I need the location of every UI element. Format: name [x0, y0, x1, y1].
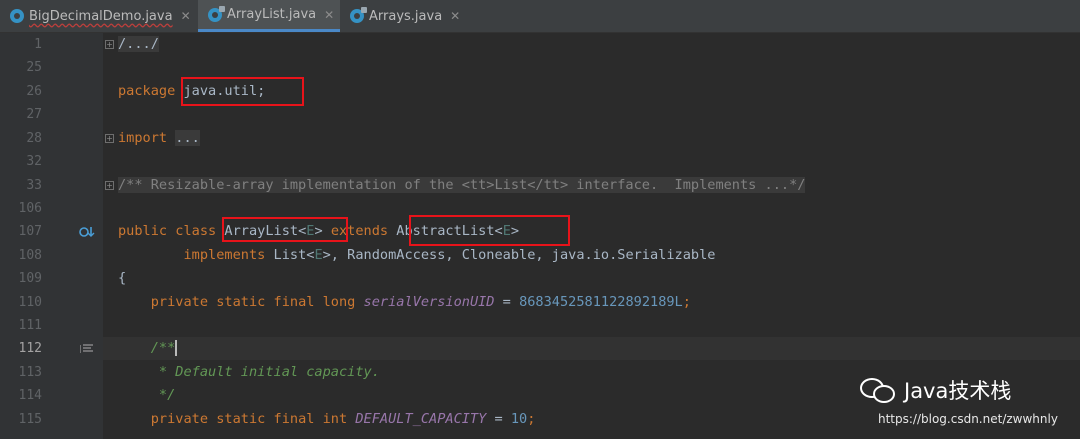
watermark-title: Java技术栈 [904, 379, 1012, 403]
tab-arraylist[interactable]: ArrayList.java ✕ [198, 0, 340, 32]
interface-name: List< [273, 247, 315, 263]
tab-label: Arrays.java [369, 8, 443, 24]
code-line-113: * Default initial capacity. [118, 361, 380, 384]
type-parameter: E [314, 247, 323, 263]
java-class-icon [10, 9, 24, 23]
code-line-112: /** [118, 337, 178, 360]
number-literal: 10 [510, 411, 528, 427]
doc-comment: */ [150, 387, 176, 403]
editor-tab-bar: BigDecimalDemo.java ✕ ArrayList.java ✕ A… [0, 0, 1080, 33]
doc-comment: * Default initial capacity. [150, 364, 380, 380]
close-icon[interactable]: ✕ [324, 8, 334, 22]
folded-region[interactable]: ... [175, 130, 200, 146]
field-name: serialVersionUID [363, 294, 495, 310]
interface-list: >, RandomAccess, Cloneable, java.io.Seri… [322, 247, 716, 263]
code-line-33: /** Resizable-array implementation of th… [118, 174, 806, 197]
java-class-icon [208, 5, 225, 22]
code-line-114: */ [118, 384, 175, 407]
keyword: private static final long [150, 294, 356, 310]
code-line-28: import ... [118, 127, 200, 150]
wechat-icon [860, 376, 896, 404]
keyword: implements [183, 247, 266, 263]
keyword: class [175, 223, 217, 239]
keyword: package [118, 83, 176, 99]
code-line-109: { [118, 267, 126, 290]
code-line-1: /.../ [118, 33, 159, 56]
close-icon[interactable]: ✕ [450, 9, 460, 23]
tab-label: BigDecimalDemo.java [29, 8, 173, 24]
text-caret [175, 340, 178, 356]
highlight-box-arraylist [222, 217, 348, 242]
keyword: import [118, 130, 168, 146]
folded-comment[interactable]: /** Resizable-array implementation of th… [118, 177, 806, 193]
brace: { [118, 270, 127, 286]
highlight-box-package [181, 77, 304, 106]
highlight-box-abstractlist [409, 215, 570, 246]
keyword: private static final int [150, 411, 348, 427]
tab-arrays[interactable]: Arrays.java ✕ [340, 0, 470, 32]
code-line-110: private static final long serialVersionU… [118, 291, 691, 314]
field-name: DEFAULT_CAPACITY [355, 411, 487, 427]
watermark-url: https://blog.csdn.net/zwwhnly [878, 412, 1058, 426]
operator: = [494, 294, 520, 310]
doc-comment: /** [150, 340, 176, 356]
code-line-115: private static final int DEFAULT_CAPACIT… [118, 408, 536, 431]
keyword: public [118, 223, 168, 239]
java-class-icon [350, 7, 367, 23]
semicolon: ; [527, 411, 536, 427]
watermark: Java技术栈 [860, 375, 1011, 405]
tab-label: ArrayList.java [227, 7, 317, 22]
lock-icon [219, 5, 225, 12]
operator: = [486, 411, 511, 427]
folded-region[interactable]: /.../ [118, 36, 159, 52]
close-icon[interactable]: ✕ [181, 9, 191, 23]
number-literal: 8683452581122892189L [519, 294, 683, 310]
semicolon: ; [682, 294, 691, 310]
lock-icon [361, 7, 367, 13]
code-line-108: implements List<E>, RandomAccess, Clonea… [118, 244, 715, 267]
tab-bigdecimaldemo[interactable]: BigDecimalDemo.java ✕ [0, 0, 198, 32]
